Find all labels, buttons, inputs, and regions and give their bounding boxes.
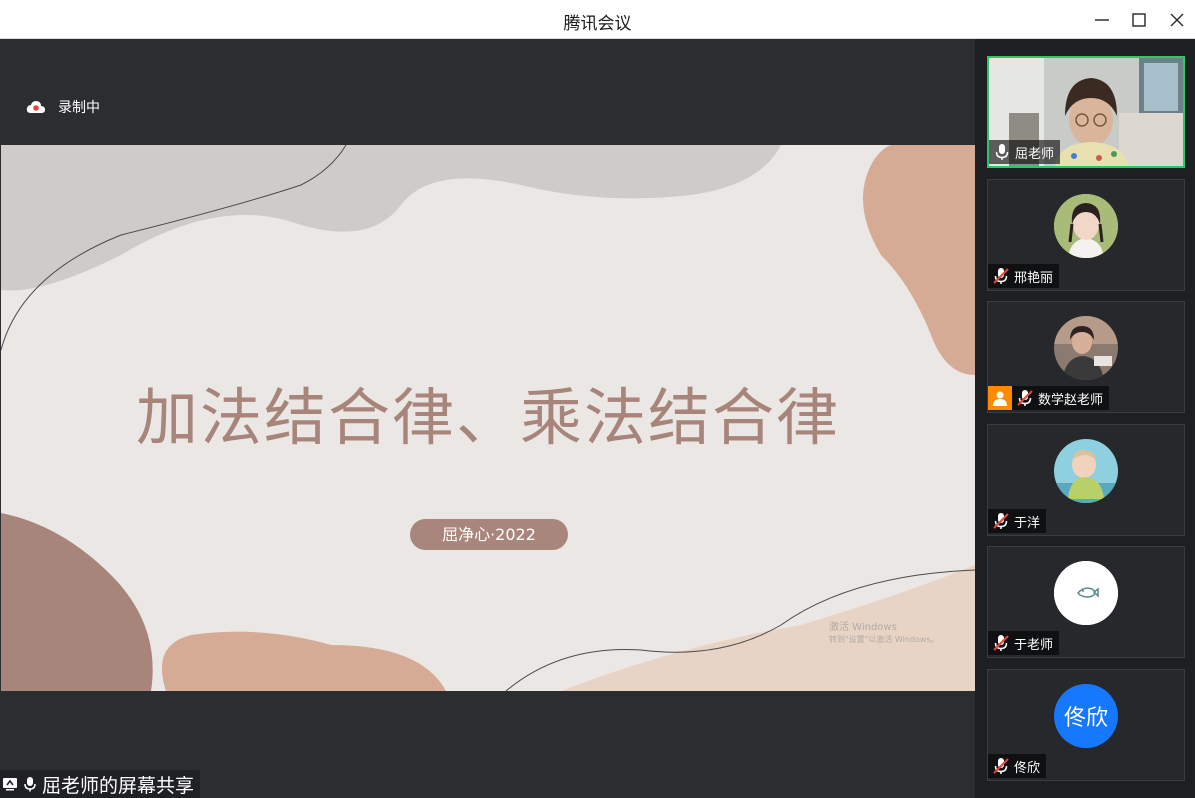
- participant-name: 于老师: [1014, 637, 1054, 653]
- close-icon: [1170, 13, 1184, 27]
- mic-muted-icon: [993, 635, 1009, 651]
- participant-tile[interactable]: 邢艳丽: [987, 179, 1185, 291]
- participant-tile[interactable]: 于洋: [987, 424, 1185, 536]
- maximize-icon: [1132, 13, 1146, 27]
- cloud-record-icon: [26, 101, 45, 113]
- mic-muted-icon: [993, 513, 1009, 529]
- participant-tile[interactable]: 佟欣 佟欣: [987, 669, 1185, 781]
- slide-title: 加法结合律、乘法结合律: [135, 381, 840, 454]
- title-bar: 腾讯会议: [0, 0, 1195, 39]
- close-button[interactable]: [1165, 8, 1189, 32]
- shared-screen-area: 录制中 加法结合律、乘法结合律 屈净心·2022 激活 Windows 转到"设…: [0, 39, 975, 798]
- participant-tile[interactable]: 屈老师: [987, 56, 1185, 168]
- mic-muted-icon: [1017, 390, 1033, 406]
- fish-icon: [1054, 561, 1118, 625]
- participant-name-tag: 数学赵老师: [988, 386, 1110, 410]
- participant-tile[interactable]: 于老师: [987, 546, 1185, 658]
- participant-name-tag: 于老师: [988, 631, 1060, 655]
- participant-avatar: [1054, 316, 1118, 380]
- screen-share-label[interactable]: 屈老师的屏幕共享: [0, 770, 201, 798]
- participant-name: 数学赵老师: [1038, 392, 1104, 408]
- slide-subtitle-badge: 屈净心·2022: [410, 519, 568, 550]
- maximize-button[interactable]: [1127, 8, 1151, 32]
- participant-name: 佟欣: [1014, 760, 1041, 776]
- participant-name: 屈老师: [1015, 146, 1055, 162]
- watermark-line2: 转到"设置"以激活 Windows。: [829, 635, 939, 644]
- minimize-icon: [1095, 19, 1109, 21]
- presentation-slide: 加法结合律、乘法结合律 屈净心·2022 激活 Windows 转到"设置"以激…: [1, 145, 975, 691]
- participant-name-tag: 佟欣: [988, 754, 1047, 778]
- participant-name-tag: 邢艳丽: [988, 264, 1060, 288]
- participant-name: 于洋: [1014, 515, 1041, 531]
- participant-name-tag: 于洋: [988, 509, 1047, 533]
- participant-tile[interactable]: 数学赵老师: [987, 301, 1185, 413]
- microphone-icon: [995, 144, 1009, 160]
- participant-sidebar: 屈老师 邢艳丽 数学赵老师 于洋 于老师 佟欣 佟欣: [975, 39, 1195, 798]
- host-icon: [993, 391, 1007, 406]
- participant-avatar: [1054, 561, 1118, 625]
- microphone-icon: [24, 777, 36, 792]
- minimize-button[interactable]: [1090, 8, 1114, 32]
- participant-avatar: [1054, 194, 1118, 258]
- participant-avatar: [1054, 439, 1118, 503]
- mic-muted-icon: [993, 268, 1009, 284]
- avatar-initials: 佟欣: [1063, 706, 1108, 731]
- participant-avatar: 佟欣: [1054, 684, 1118, 748]
- host-badge: [988, 386, 1012, 410]
- watermark-line1: 激活 Windows: [829, 622, 897, 633]
- mic-muted-icon: [993, 758, 1009, 774]
- window-title: 腾讯会议: [563, 14, 632, 34]
- recording-label: 录制中: [58, 100, 100, 116]
- participant-name-tag: 屈老师: [989, 140, 1061, 164]
- recording-indicator[interactable]: 录制中: [26, 97, 100, 117]
- participant-name: 邢艳丽: [1014, 270, 1054, 286]
- screen-share-owner: 屈老师的屏幕共享: [42, 774, 195, 797]
- activate-windows-watermark: 激活 Windows 转到"设置"以激活 Windows。: [829, 622, 939, 646]
- screen-share-icon: [3, 778, 17, 791]
